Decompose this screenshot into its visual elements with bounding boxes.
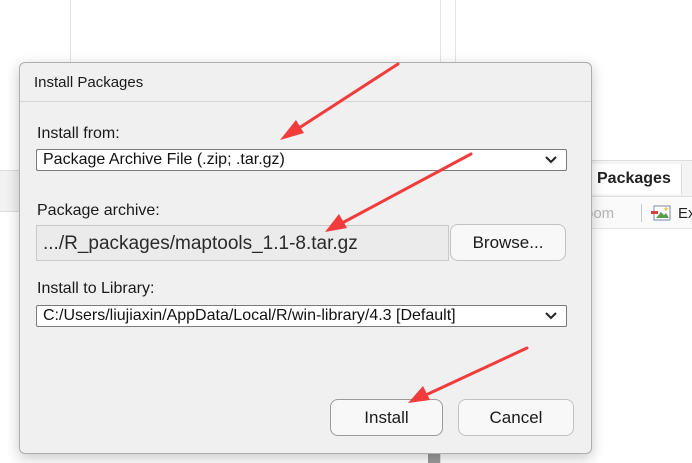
cancel-button[interactable]: Cancel <box>458 399 574 436</box>
tab-packages-label: Packages <box>597 170 671 187</box>
chevron-down-icon <box>545 156 557 164</box>
dialog-title: Install Packages <box>34 74 144 91</box>
chevron-down-icon <box>545 312 557 320</box>
package-archive-label: Package archive: <box>37 202 160 219</box>
install-packages-dialog: Install Packages Install from: Package A… <box>19 62 592 454</box>
package-archive-input[interactable]: .../R_packages/maptools_1.1-8.tar.gz <box>36 225 449 261</box>
install-to-library-label: Install to Library: <box>37 280 155 297</box>
install-from-label: Install from: <box>37 125 120 142</box>
install-to-library-value: C:/Users/liujiaxin/AppData/Local/R/win-l… <box>43 307 456 324</box>
install-to-library-select[interactable]: C:/Users/liujiaxin/AppData/Local/R/win-l… <box>36 305 567 327</box>
export-icon[interactable] <box>650 203 672 223</box>
package-archive-value: .../R_packages/maptools_1.1-8.tar.gz <box>43 233 358 254</box>
export-button-label[interactable]: Ex <box>678 205 692 222</box>
dialog-titlebar[interactable]: Install Packages <box>20 63 591 102</box>
background-divider <box>70 0 71 62</box>
install-button[interactable]: Install <box>330 399 443 436</box>
install-from-select[interactable]: Package Archive File (.zip; .tar.gz) <box>36 149 567 171</box>
install-from-value: Package Archive File (.zip; .tar.gz) <box>43 151 285 168</box>
toolbar-separator <box>641 204 642 222</box>
browse-button[interactable]: Browse... <box>450 224 566 261</box>
background-divider <box>455 0 456 62</box>
background-left-tabstrip <box>0 170 20 212</box>
